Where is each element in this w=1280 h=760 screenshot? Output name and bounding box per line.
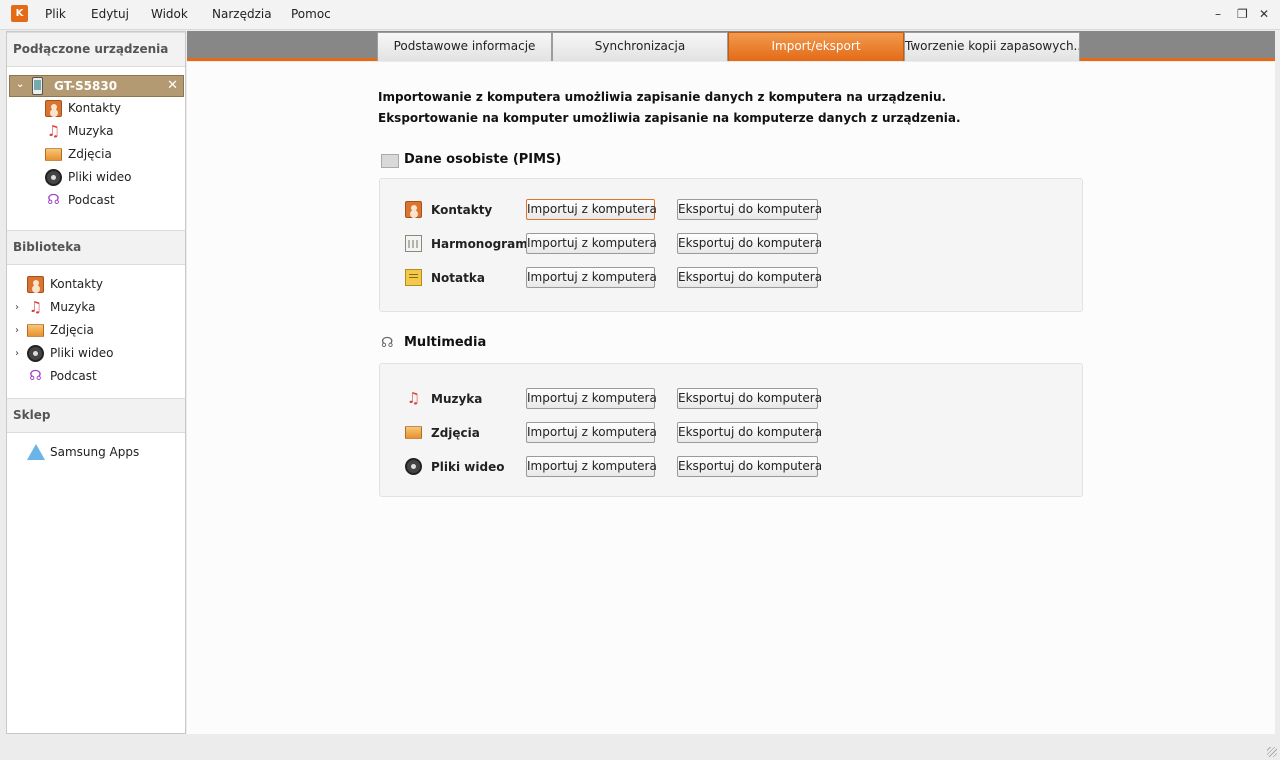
- menu-plik[interactable]: Plik: [45, 7, 66, 21]
- import-kontakty-button[interactable]: Importuj z komputera: [526, 199, 657, 220]
- tab-synchronizacja[interactable]: Synchronizacja: [552, 32, 728, 61]
- tab-strip: Podstawowe informacje Synchronizacja Imp…: [187, 31, 1275, 61]
- samsung-apps-icon: [27, 444, 45, 460]
- export-harmonogram-button[interactable]: Eksportuj do komputera: [677, 233, 822, 254]
- sidebar-item-label: Kontakty: [68, 101, 122, 115]
- export-notatka-button[interactable]: Eksportuj do komputera: [677, 267, 822, 288]
- minimize-button[interactable]: –: [1215, 7, 1221, 21]
- sidebar-item-label: Muzyka: [50, 300, 96, 314]
- menu-narzedzia[interactable]: Narzędzia: [212, 7, 272, 21]
- music-icon: ♫: [46, 122, 61, 140]
- export-pliki-wideo-button[interactable]: Eksportuj do komputera: [677, 456, 822, 477]
- chevron-right-icon[interactable]: ›: [15, 348, 19, 359]
- id-card-icon: [381, 154, 399, 168]
- sidebar: Podłączone urządzenia ⌄ GT-S5830 ✕ Konta…: [6, 31, 186, 734]
- export-muzyka-button[interactable]: Eksportuj do komputera: [677, 388, 822, 409]
- sidebar-item-label: Pliki wideo: [50, 346, 114, 360]
- shop-header: Sklep: [7, 398, 185, 433]
- row-label-harmonogram: Harmonogram: [431, 237, 528, 251]
- menu-widok[interactable]: Widok: [151, 7, 188, 21]
- sidebar-item-label: Zdjęcia: [68, 147, 112, 161]
- photo-icon: [27, 324, 44, 337]
- resize-grip-icon[interactable]: [1267, 747, 1277, 757]
- photo-icon: [45, 148, 62, 161]
- library-header: Biblioteka: [7, 230, 185, 265]
- disconnect-device-button[interactable]: ✕: [167, 78, 178, 93]
- export-kontakty-button[interactable]: Eksportuj do komputera: [677, 199, 822, 220]
- video-icon: [45, 169, 62, 186]
- intro-export-text: Eksportowanie na komputer umożliwia zapi…: [378, 111, 961, 125]
- import-pliki-wideo-button[interactable]: Importuj z komputera: [526, 456, 657, 477]
- chevron-down-icon[interactable]: ⌄: [16, 79, 24, 90]
- tab-tworzenie-kopii[interactable]: Tworzenie kopii zapasowych...: [904, 32, 1080, 61]
- photo-icon: [405, 426, 422, 439]
- close-window-button[interactable]: ✕: [1259, 7, 1269, 21]
- sidebar-item-label: Pliki wideo: [68, 170, 132, 184]
- intro-import-text: Importowanie z komputera umożliwia zapis…: [378, 90, 947, 104]
- tab-podstawowe-informacje[interactable]: Podstawowe informacje: [377, 32, 552, 61]
- sidebar-item-label: Podcast: [68, 193, 115, 207]
- import-notatka-button[interactable]: Importuj z komputera: [526, 267, 657, 288]
- row-label-kontakty: Kontakty: [431, 203, 493, 217]
- pims-section-title: Dane osobiste (PIMS): [404, 152, 562, 167]
- contacts-icon: [45, 100, 62, 117]
- export-zdjecia-button[interactable]: Eksportuj do komputera: [677, 422, 822, 443]
- restore-button[interactable]: ❐: [1237, 7, 1248, 21]
- row-label-notatka: Notatka: [431, 271, 485, 285]
- menu-edytuj[interactable]: Edytuj: [91, 7, 129, 21]
- video-icon: [405, 458, 422, 475]
- contacts-icon: [405, 201, 422, 218]
- import-muzyka-button[interactable]: Importuj z komputera: [526, 388, 657, 409]
- row-label-muzyka: Muzyka: [431, 392, 483, 406]
- chevron-right-icon[interactable]: ›: [15, 325, 19, 336]
- podcast-icon: ☊: [29, 368, 42, 384]
- app-logo-icon: K: [11, 5, 28, 22]
- main-content: Importowanie z komputera umożliwia zapis…: [187, 62, 1275, 734]
- device-name: GT-S5830: [54, 79, 118, 93]
- sidebar-item-label: Zdjęcia: [50, 323, 94, 337]
- headphones-icon: ☊: [381, 335, 394, 351]
- contacts-icon: [27, 276, 44, 293]
- row-label-pliki-wideo: Pliki wideo: [431, 460, 505, 474]
- sidebar-item-label: Muzyka: [68, 124, 114, 138]
- video-icon: [27, 345, 44, 362]
- status-bar: [0, 735, 1280, 760]
- row-label-zdjecia: Zdjęcia: [431, 426, 480, 440]
- phone-icon: [32, 77, 43, 95]
- tab-import-eksport[interactable]: Import/eksport: [728, 32, 904, 61]
- import-zdjecia-button[interactable]: Importuj z komputera: [526, 422, 657, 443]
- menu-pomoc[interactable]: Pomoc: [291, 7, 331, 21]
- sidebar-item-label: Podcast: [50, 369, 97, 383]
- podcast-icon: ☊: [47, 192, 60, 208]
- connected-devices-header: Podłączone urządzenia: [7, 32, 185, 67]
- chevron-right-icon[interactable]: ›: [15, 302, 19, 313]
- note-icon: [405, 269, 422, 286]
- device-row-gt-s5830[interactable]: ⌄ GT-S5830 ✕: [9, 75, 184, 97]
- music-icon: ♫: [28, 298, 43, 316]
- menu-bar: K Plik Edytuj Widok Narzędzia Pomoc – ❐ …: [0, 0, 1280, 30]
- import-harmonogram-button[interactable]: Importuj z komputera: [526, 233, 657, 254]
- sidebar-item-label: Kontakty: [50, 277, 104, 291]
- sidebar-item-label: Samsung Apps: [50, 445, 140, 459]
- multimedia-section-title: Multimedia: [404, 335, 487, 350]
- calendar-icon: [405, 235, 422, 252]
- music-icon: ♫: [406, 389, 421, 407]
